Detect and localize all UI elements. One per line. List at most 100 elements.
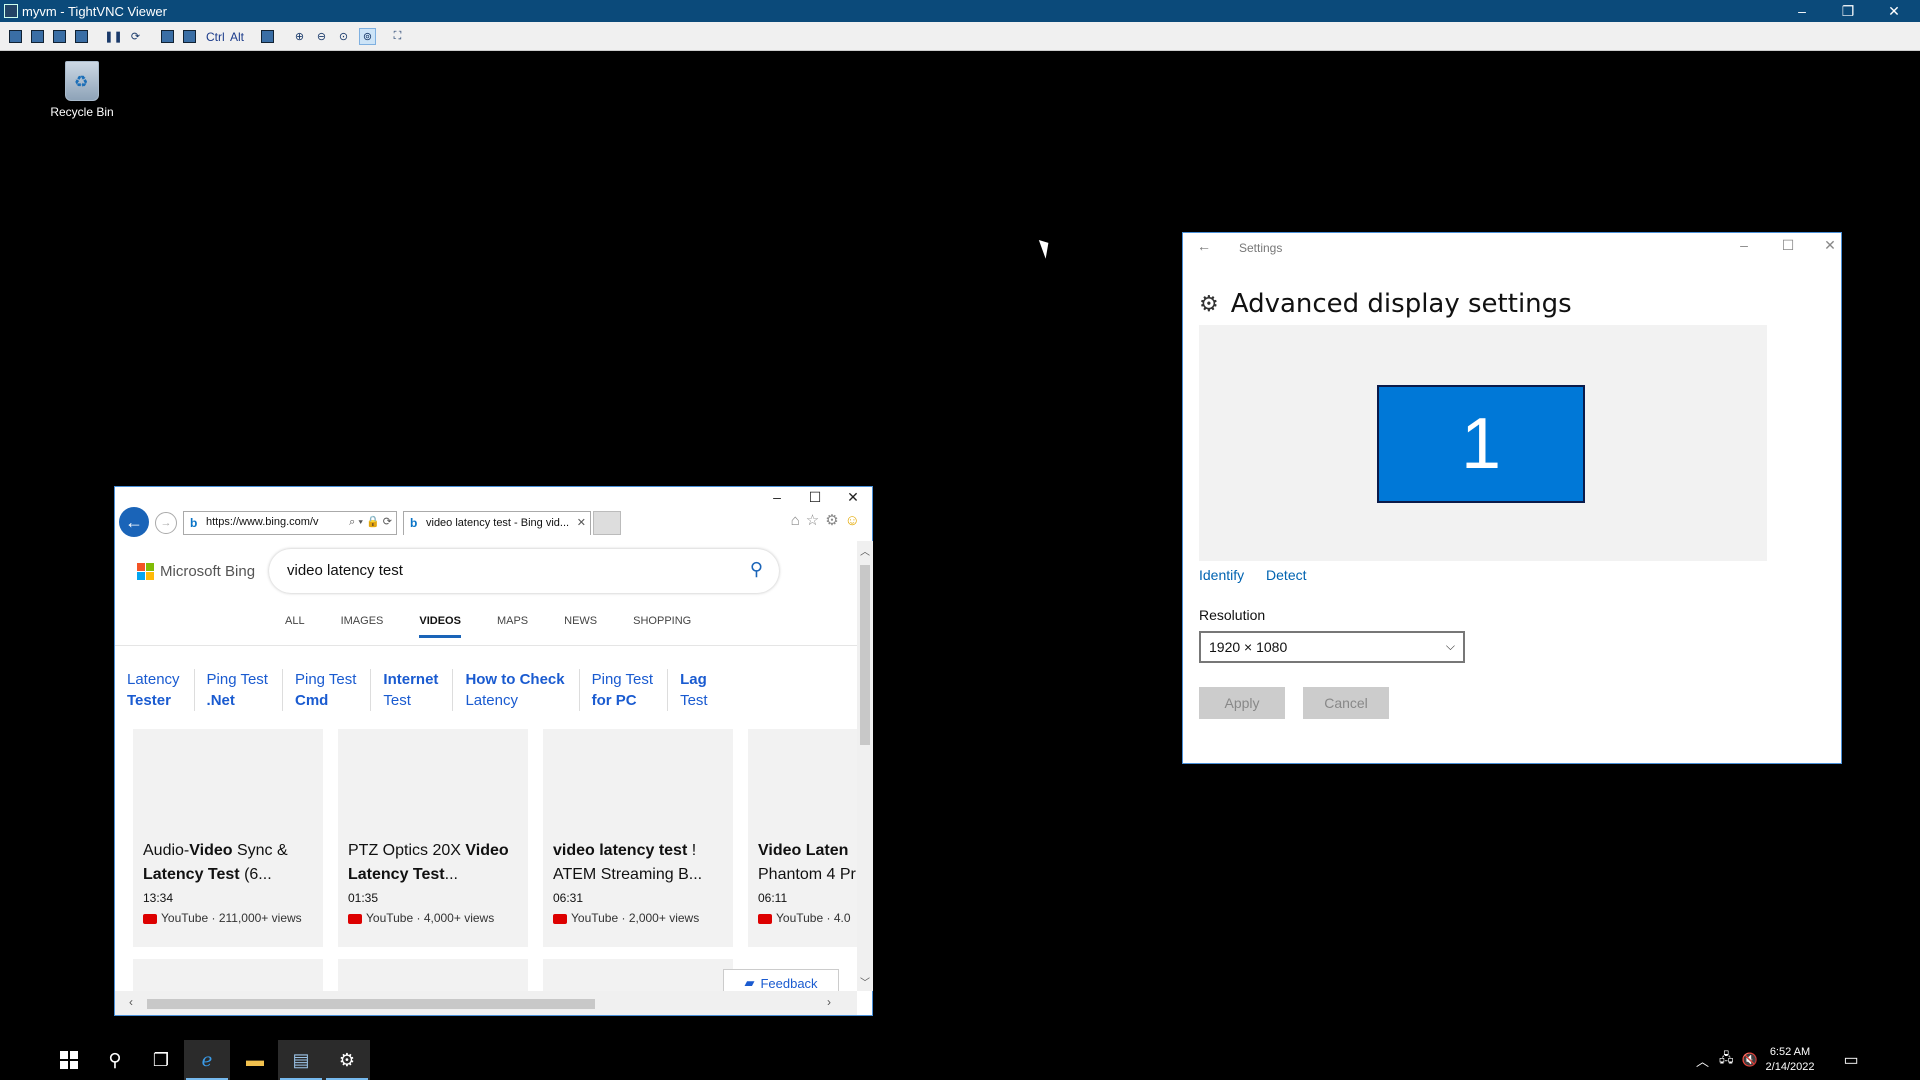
title-part: Video Laten: [758, 842, 849, 859]
forward-button[interactable]: →: [155, 512, 177, 534]
related-line1: Ping Test: [294, 671, 357, 688]
tab-images[interactable]: IMAGES: [341, 615, 384, 638]
send-win-key-icon[interactable]: [182, 29, 197, 44]
recycle-bin-icon: [65, 61, 99, 101]
vertical-scrollbar[interactable]: ︿ ﹀: [857, 541, 873, 991]
recycle-bin-shortcut[interactable]: Recycle Bin: [46, 61, 118, 119]
show-hidden-icons-icon[interactable]: ︿: [1696, 1051, 1709, 1070]
zoom-100-icon[interactable]: ⊙: [336, 29, 351, 44]
detect-link[interactable]: Detect: [1266, 567, 1306, 583]
address-controls-icon[interactable]: ⌕ ▾ 🔒 ⟳: [349, 515, 392, 529]
scroll-left-arrow-icon[interactable]: ‹: [129, 995, 133, 1009]
browser-tools: ⌂☆⚙☺: [791, 511, 866, 529]
new-tab-button[interactable]: [593, 511, 621, 535]
search-icon[interactable]: ⚲: [750, 559, 763, 580]
zoom-fit-icon[interactable]: ⊚: [359, 28, 376, 45]
browser-maximize-button[interactable]: ☐: [795, 489, 835, 506]
related-search-item[interactable]: Latency Tester: [127, 669, 195, 711]
scroll-right-arrow-icon[interactable]: ›: [827, 995, 831, 1009]
task-view-icon[interactable]: ❐: [138, 1040, 184, 1080]
video-card[interactable]: video latency test ! ATEM Streaming B... …: [543, 729, 733, 947]
scroll-up-arrow-icon[interactable]: ︿: [860, 543, 870, 558]
tab-maps[interactable]: MAPS: [497, 615, 528, 638]
save-icon[interactable]: [30, 29, 45, 44]
scroll-down-arrow-icon[interactable]: ﹀: [860, 974, 870, 989]
identify-link[interactable]: Identify: [1199, 567, 1244, 583]
file-explorer-icon[interactable]: ▬: [232, 1040, 278, 1080]
settings-minimize-button[interactable]: –: [1729, 237, 1759, 253]
cancel-button[interactable]: Cancel: [1303, 687, 1389, 719]
video-card[interactable]: PTZ Optics 20X Video Latency Test... 01:3…: [338, 729, 528, 947]
resolution-dropdown[interactable]: 1920 × 1080 ⌵: [1199, 631, 1465, 663]
video-card[interactable]: Video Laten Phantom 4 Pr 06:11 YouTube · …: [748, 729, 857, 947]
settings-app-title: Settings: [1239, 241, 1283, 255]
ctrl-key-button[interactable]: Ctrl: [206, 29, 225, 44]
tools-gear-icon[interactable]: ⚙: [825, 512, 844, 529]
settings-taskbar-icon[interactable]: ⚙: [324, 1040, 370, 1080]
related-search-item[interactable]: Ping Test Cmd: [294, 669, 372, 711]
volume-muted-icon[interactable]: 🔇: [1742, 1052, 1758, 1068]
pause-icon[interactable]: ❚❚: [104, 29, 122, 44]
horizontal-scrollbar[interactable]: ‹ ›: [115, 991, 857, 1015]
tab-close-icon[interactable]: ✕: [577, 516, 586, 529]
info-icon[interactable]: [74, 29, 89, 44]
settings-maximize-button[interactable]: ☐: [1773, 237, 1803, 254]
monitor-tile[interactable]: 1: [1377, 385, 1585, 503]
apply-button[interactable]: Apply: [1199, 687, 1285, 719]
send-ctrl-alt-del-icon[interactable]: [160, 29, 175, 44]
network-icon[interactable]: 🖧: [1719, 1049, 1734, 1071]
window-title: myvm - TightVNC Viewer: [22, 3, 167, 19]
tab-shopping[interactable]: SHOPPING: [633, 615, 691, 638]
video-card[interactable]: Audio-Video Sync & Latency Test (6... 13:…: [133, 729, 323, 947]
feedback-button[interactable]: ▰ Feedback: [723, 969, 839, 991]
browser-chrome: – ☐ ✕ ← → b https://www.bing.com/v ⌕ ▾ 🔒…: [115, 487, 872, 541]
related-search-item[interactable]: Internet Test: [383, 669, 454, 711]
related-search-item[interactable]: Ping Test .Net: [207, 669, 283, 711]
vertical-scroll-thumb[interactable]: [860, 565, 870, 745]
new-connection-icon[interactable]: [8, 29, 23, 44]
tab-news[interactable]: NEWS: [564, 615, 597, 638]
tab-title: video latency test - Bing vid...: [426, 517, 570, 529]
zoom-in-icon[interactable]: ⊕: [292, 29, 307, 44]
related-search-item[interactable]: How to Check Latency: [465, 669, 580, 711]
home-icon[interactable]: ⌂: [791, 512, 806, 529]
browser-close-button[interactable]: ✕: [833, 489, 873, 506]
video-card-placeholder[interactable]: [133, 959, 323, 991]
tab-videos[interactable]: VIDEOS: [419, 615, 461, 638]
video-duration: 13:34: [143, 891, 174, 905]
action-center-icon[interactable]: ▭: [1828, 1040, 1874, 1080]
close-button[interactable]: ✕: [1872, 0, 1916, 22]
related-search-item[interactable]: Lag Test: [680, 669, 722, 711]
search-input[interactable]: video latency test ⚲: [269, 549, 779, 593]
server-manager-icon[interactable]: ▤: [278, 1040, 324, 1080]
back-arrow-icon[interactable]: ←: [1197, 238, 1211, 254]
browser-minimize-button[interactable]: –: [757, 489, 797, 505]
title-part: Video: [189, 842, 233, 859]
favorites-star-icon[interactable]: ☆: [806, 512, 825, 529]
refresh-icon[interactable]: ⟳: [128, 29, 143, 44]
title-part: Latency Test: [143, 866, 240, 883]
horizontal-scroll-thumb[interactable]: [147, 999, 595, 1009]
settings-close-button[interactable]: ✕: [1815, 237, 1845, 254]
clock[interactable]: 6:52 AM 2/14/2022: [1762, 1045, 1818, 1075]
back-button[interactable]: ←: [119, 507, 149, 537]
alt-key-button[interactable]: Alt: [230, 29, 244, 44]
feedback-smile-icon[interactable]: ☺: [845, 512, 866, 529]
tab-all[interactable]: ALL: [285, 615, 305, 638]
restore-button[interactable]: ❐: [1826, 0, 1870, 22]
start-button[interactable]: [46, 1040, 92, 1080]
zoom-out-icon[interactable]: ⊖: [314, 29, 329, 44]
related-search-item[interactable]: Ping Test for PC: [592, 669, 669, 711]
video-card-placeholder[interactable]: [543, 959, 733, 991]
browser-tab[interactable]: b video latency test - Bing vid... ✕: [403, 511, 591, 535]
transfer-files-icon[interactable]: [260, 29, 275, 44]
options-icon[interactable]: [52, 29, 67, 44]
bing-logo[interactable]: Microsoft Bing: [137, 563, 255, 580]
address-bar[interactable]: b https://www.bing.com/v ⌕ ▾ 🔒 ⟳: [183, 511, 397, 535]
minimize-button[interactable]: –: [1780, 0, 1824, 22]
search-taskbar-icon[interactable]: ⚲: [92, 1040, 138, 1080]
video-card-placeholder[interactable]: [338, 959, 528, 991]
fullscreen-icon[interactable]: ⛶: [390, 29, 405, 44]
internet-explorer-icon[interactable]: ℯ: [184, 1040, 230, 1080]
title-part: Audio-: [143, 842, 190, 859]
